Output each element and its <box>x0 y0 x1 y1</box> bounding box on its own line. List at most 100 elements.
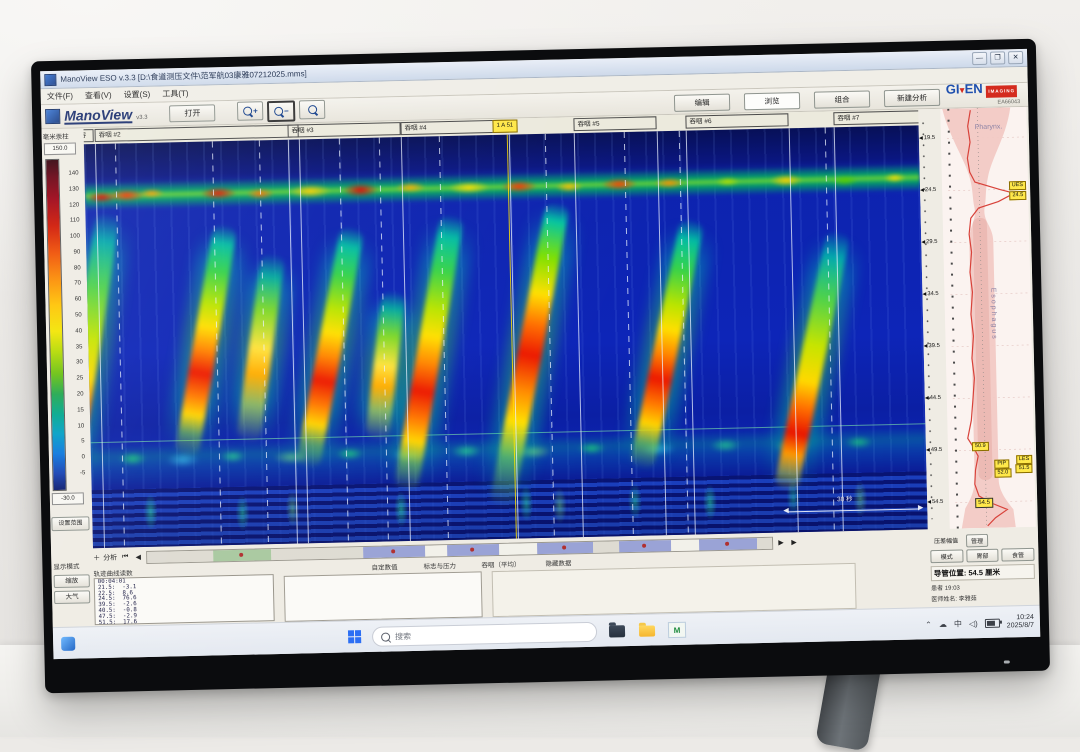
widgets-icon[interactable] <box>61 637 75 651</box>
timeline-segment[interactable] <box>499 543 537 555</box>
pressure-amplitude-tab[interactable]: 压差幅值 <box>930 534 962 548</box>
timeline-segment[interactable] <box>147 550 213 562</box>
taskbar-clock[interactable]: 10:24 2025/8/7 <box>1007 614 1035 631</box>
zoom-reset-button[interactable] <box>299 100 325 120</box>
colorbar-tick: 25 <box>65 376 83 382</box>
zoom-out-button[interactable]: − <box>267 100 295 122</box>
catheter-depth-badge: 54.5 <box>975 498 993 508</box>
colorbar-tick: 90 <box>62 249 80 255</box>
ues-pressure-band <box>85 163 920 210</box>
bottom-panel-label: 自定数值 <box>371 561 397 572</box>
swallow-label-box[interactable]: 吞咽 #5 <box>573 116 656 131</box>
file-explorer-icon[interactable] <box>607 621 627 641</box>
mode-button[interactable]: 模式 <box>930 549 963 563</box>
timeline-segment[interactable] <box>425 545 447 556</box>
colorbar-tick: 130 <box>61 186 79 192</box>
manoview-icon <box>45 109 60 124</box>
next-button-2[interactable]: ▶ <box>789 538 799 546</box>
mode-composite-button[interactable]: 组合 <box>814 90 870 108</box>
event-marker-badge[interactable]: 1 A 51 <box>492 119 517 133</box>
timeline-marker-dot <box>391 549 395 553</box>
physician-name-line: 医师姓名: 李雅茹 <box>931 592 1035 603</box>
arrow-right-icon: ▶ <box>918 503 924 513</box>
manage-tab[interactable]: 管理 <box>966 534 988 547</box>
zoom-in-button[interactable]: + <box>237 101 263 121</box>
brand-right: EN <box>964 81 982 96</box>
timeline-segment[interactable] <box>447 543 499 555</box>
sensor-depth-tick: ◀54.5 <box>927 499 949 505</box>
scale-max-box: 150.0 <box>44 142 76 155</box>
search-icon <box>381 632 390 641</box>
patient-time-line: 患者 19:03 <box>931 581 1035 592</box>
magnifier-icon <box>308 105 317 114</box>
colorbar-tick: 140 <box>60 170 78 176</box>
value-badge-1: 50.9 <box>972 442 989 451</box>
swallow-label-box[interactable]: 吞咽 #7 <box>833 110 918 125</box>
esophagus-button[interactable]: 食管 <box>1002 548 1035 562</box>
swallow-label-box[interactable]: 吞咽 #3 <box>287 122 400 138</box>
timeline-marker-dot <box>239 552 243 556</box>
timeline-segment[interactable] <box>213 549 271 561</box>
timeline-segment[interactable] <box>619 540 671 552</box>
zoom-in-sign: + <box>253 107 258 114</box>
minimize-button[interactable]: — <box>972 52 987 65</box>
menu-tools[interactable]: 工具(T) <box>162 88 188 100</box>
windows-start-button[interactable] <box>348 630 362 644</box>
volume-icon[interactable]: ◁) <box>969 619 978 628</box>
sensor-depth-tick: ◀49.5 <box>926 447 948 453</box>
manoview-taskbar-icon[interactable]: M <box>667 620 687 640</box>
mode-edit-button[interactable]: 编辑 <box>674 94 730 112</box>
pip-badge-label: PIP <box>994 459 1009 468</box>
colorbar-tick: 120 <box>61 202 79 208</box>
zoom-out-sign: − <box>284 108 289 115</box>
swallow-label-box[interactable]: 吞咽 #6 <box>685 113 788 128</box>
folder-icon[interactable] <box>637 620 657 640</box>
sensor-depth-tick: ◀34.5 <box>922 291 944 297</box>
menu-file[interactable]: 文件(F) <box>47 91 73 103</box>
colorbar-tick: 30 <box>65 360 83 366</box>
timeline-segment[interactable] <box>757 537 772 548</box>
colorbar-tick: 50 <box>64 312 82 318</box>
display-mode-atmos-button[interactable]: 大气 <box>54 590 90 604</box>
timeline-segment[interactable] <box>593 541 619 553</box>
seek-start-button[interactable]: ⏮ <box>120 553 130 561</box>
timeline-segment[interactable] <box>699 538 757 550</box>
bottom-panel-label: 吞咽（平均） <box>481 559 520 570</box>
screen: ManoView ESO v.3.3 [D:\食道测压文件\范军航03康雅072… <box>40 49 1040 659</box>
ime-indicator[interactable]: 中 <box>954 618 962 629</box>
colorbar-tick: 10 <box>66 423 84 429</box>
onedrive-cloud-icon[interactable]: ☁ <box>939 619 947 628</box>
mode-new-analysis-button[interactable]: 新建分析 <box>884 89 940 107</box>
taskbar-search[interactable]: 搜索 <box>372 622 597 647</box>
battery-icon[interactable] <box>985 618 1000 627</box>
open-button[interactable]: 打开 <box>169 104 215 122</box>
add-analysis-button[interactable]: ＋ <box>93 553 100 563</box>
swallow-average-panel <box>492 563 857 617</box>
sensor-depth-tick: ◀44.5 <box>925 395 947 401</box>
sensor-depth-tick: ◀19.5 <box>919 135 941 141</box>
search-placeholder: 搜索 <box>395 631 411 642</box>
timeline-segment[interactable] <box>537 541 593 553</box>
maximize-button[interactable]: ❐ <box>990 51 1005 64</box>
set-range-button[interactable]: 设置范围 <box>51 516 89 531</box>
timeline-segment[interactable] <box>671 539 699 551</box>
tray-chevron-icon[interactable]: ⌃ <box>925 620 932 629</box>
magnifier-icon <box>243 106 252 115</box>
menu-settings[interactable]: 设置(S) <box>124 89 151 101</box>
menu-view[interactable]: 查看(V) <box>85 90 112 102</box>
close-button[interactable]: ✕ <box>1008 51 1023 64</box>
next-button[interactable]: ▶ <box>776 538 786 546</box>
display-mode-zoom-button[interactable]: 缩放 <box>54 574 90 588</box>
mode-browse-button[interactable]: 浏览 <box>744 92 800 110</box>
catheter-position: 导管位置: 54.5 厘米 <box>931 564 1035 581</box>
stomach-button[interactable]: 胃部 <box>966 549 999 563</box>
manometry-heatmap[interactable]: 30 秒 ◀ ▶ <box>84 125 928 548</box>
colorbar-tick: 40 <box>64 328 82 334</box>
timeline-segment[interactable] <box>363 545 425 557</box>
timeline-marker-dot <box>562 545 566 549</box>
sensor-depth-tick: ◀39.5 <box>924 343 946 349</box>
timeline-segment[interactable] <box>271 547 363 560</box>
manoview-logo: ManoView <box>64 107 132 125</box>
trace-readings-table[interactable]: 00:04:0121.5: -3.122.5: 8.624.5: 76.639.… <box>94 574 275 625</box>
prev-button[interactable]: ◀ <box>133 553 143 561</box>
